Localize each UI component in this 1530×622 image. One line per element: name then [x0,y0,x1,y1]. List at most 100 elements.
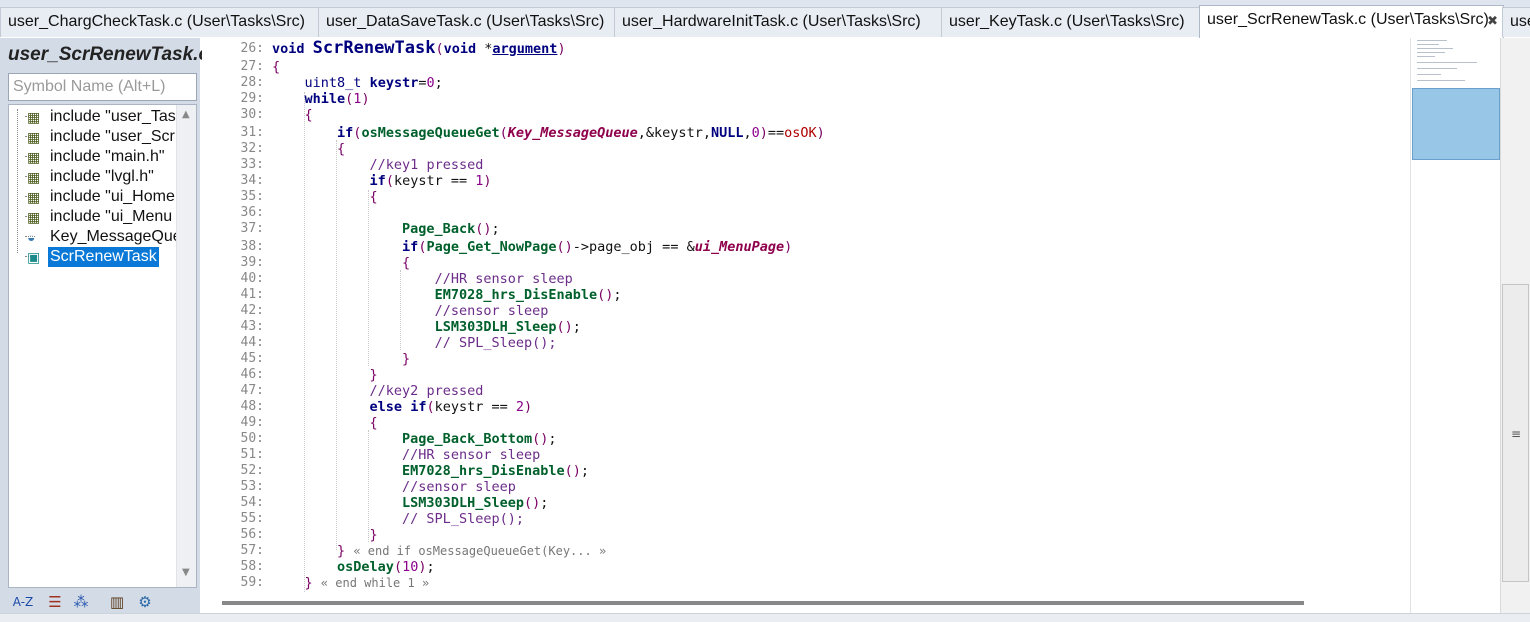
symbol-label: Key_MessageQue [50,228,182,245]
status-strip [0,613,1530,622]
line-number: 51: [240,447,264,462]
line-number: 48: [240,399,264,414]
line-number: 53: [240,479,264,494]
scroll-up-arrow-icon[interactable]: ▲ [182,109,190,120]
symbol-label: include "user_Scr [50,128,175,145]
code-line: // SPL_Sleep(); [434,335,557,351]
symbol-label: ScrRenewTask [48,247,159,267]
line-number: 34: [240,173,264,188]
scroll-down-arrow-icon[interactable]: ▼ [182,567,190,578]
tree-connector-line [17,109,18,253]
line-number: 59: [240,575,264,590]
code-line: uint8_t keystr=0; [304,75,443,91]
code-line: } [402,351,411,367]
line-number: 52: [240,463,264,478]
line-number: 38: [240,239,264,254]
code-line: } [369,527,378,543]
code-line: { [337,141,346,157]
tab-user-chargchecktask[interactable]: user_ChargCheckTask.c (User\Tasks\Src) [0,7,320,37]
symbol-search-input[interactable] [8,73,197,101]
line-number: 49: [240,415,264,430]
line-number: 47: [240,383,264,398]
line-number: 40: [240,271,264,286]
code-line: if(osMessageQueueGet(Key_MessageQueue,&k… [337,125,825,141]
line-number: 26: [240,41,264,56]
include-icon: ▦ [27,209,41,225]
code-line: void ScrRenewTask(void *argument) [272,38,566,58]
code-line: } « end while 1 » [304,575,430,591]
line-number: 33: [240,157,264,172]
function-icon: ▣ [27,249,41,265]
line-number: 31: [240,125,264,140]
editor-tab-bar: user_ChargCheckTask.c (User\Tasks\Src) u… [0,0,1530,38]
line-number: 36: [240,205,264,220]
editor-vertical-scrollbar[interactable]: ≡ [1500,38,1530,614]
code-line: // SPL_Sleep(); [402,511,524,527]
line-number: 35: [240,189,264,204]
category-icon[interactable]: ⁂ [70,591,92,613]
line-number: 44: [240,335,264,350]
include-icon: ▦ [27,149,41,165]
line-number: 50: [240,431,264,446]
tab-user-datasavetask[interactable]: user_DataSaveTask.c (User\Tasks\Src) [318,7,616,37]
line-number: 55: [240,511,264,526]
minimap-line [1417,48,1453,49]
tab-user-hardwareinittask[interactable]: user_HardwareInitTask.c (User\Tasks\Src) [614,7,943,37]
code-line: else if(keystr == 2) [369,399,533,415]
symbol-label: include "main.h" [50,148,165,165]
gear-icon[interactable]: ⚙ [134,591,156,613]
code-line: //sensor sleep [402,479,516,495]
close-tab-icon[interactable]: ✖ [1487,13,1498,29]
include-icon: ▦ [27,129,41,145]
line-number: 43: [240,319,264,334]
minimap-line [1417,68,1457,69]
code-line: LSM303DLH_Sleep(); [402,495,549,511]
minimap-line [1417,80,1465,81]
tab-label: user_HardwareInitTask.c (User\Tasks\Src) [622,13,921,30]
symbol-tree: ▦ include "user_Tas ▦ include "user_Scr ▦ i… [8,104,197,588]
sidebar-scrollbar[interactable]: ▲ ▼ [176,105,196,587]
tab-label: user_KeyTask.c (User\Tasks\Src) [949,13,1185,30]
line-number: 41: [240,287,264,302]
minimap-line [1417,74,1441,75]
minimap-viewport[interactable] [1412,88,1500,160]
variable-icon: ◒ [27,229,36,245]
code-minimap[interactable] [1410,38,1500,614]
code-line: } [369,367,378,383]
horizontal-scroll-thumb[interactable] [222,601,1304,605]
tab-overflow[interactable]: use [1502,7,1530,37]
file-title: user_ScrRenewTask.c [8,44,210,65]
code-line: //key1 pressed [369,157,484,173]
vertical-scroll-thumb[interactable]: ≡ [1502,284,1529,582]
code-line: EM7028_hrs_DisEnable(); [434,287,622,303]
line-number: 37: [240,221,264,236]
code-line: Page_Back_Bottom(); [402,431,557,447]
code-line: EM7028_hrs_DisEnable(); [402,463,590,479]
list-view-icon[interactable]: ☰ [44,591,66,613]
tab-user-scrrenewtask[interactable]: user_ScrRenewTask.c (User\Tasks\Src) ✖ [1199,5,1504,38]
az-sort-icon[interactable]: A-Z [12,591,34,613]
line-number: 30: [240,107,264,122]
line-number: 45: [240,351,264,366]
code-line: { [402,255,411,271]
tab-user-keytask[interactable]: user_KeyTask.c (User\Tasks\Src) [941,7,1201,37]
symbol-label: include "user_Tas [50,108,176,125]
code-line: osDelay(10); [337,559,435,575]
code-editor[interactable]: 26: 27: 28: 29: 30: 31: 32: 33: 34: 35: … [202,38,1410,596]
code-line: //HR sensor sleep [402,447,541,463]
symbol-label: include "ui_Home [50,188,175,205]
book-icon[interactable]: ▥ [106,591,128,613]
grip-icon: ≡ [1511,427,1522,441]
line-number: 29: [240,91,264,106]
minimap-line [1417,62,1477,63]
line-number: 58: [240,559,264,574]
code-line: while(1) [304,91,370,107]
tab-label: user_ScrRenewTask.c (User\Tasks\Src) [1207,11,1489,28]
symbol-label: include "lvgl.h" [50,168,154,185]
line-number: 28: [240,75,264,90]
include-icon: ▦ [27,189,41,205]
line-number: 56: [240,527,264,542]
minimap-line [1417,56,1435,57]
editor-horizontal-scrollbar[interactable] [202,596,1410,613]
minimap-line [1417,44,1439,45]
